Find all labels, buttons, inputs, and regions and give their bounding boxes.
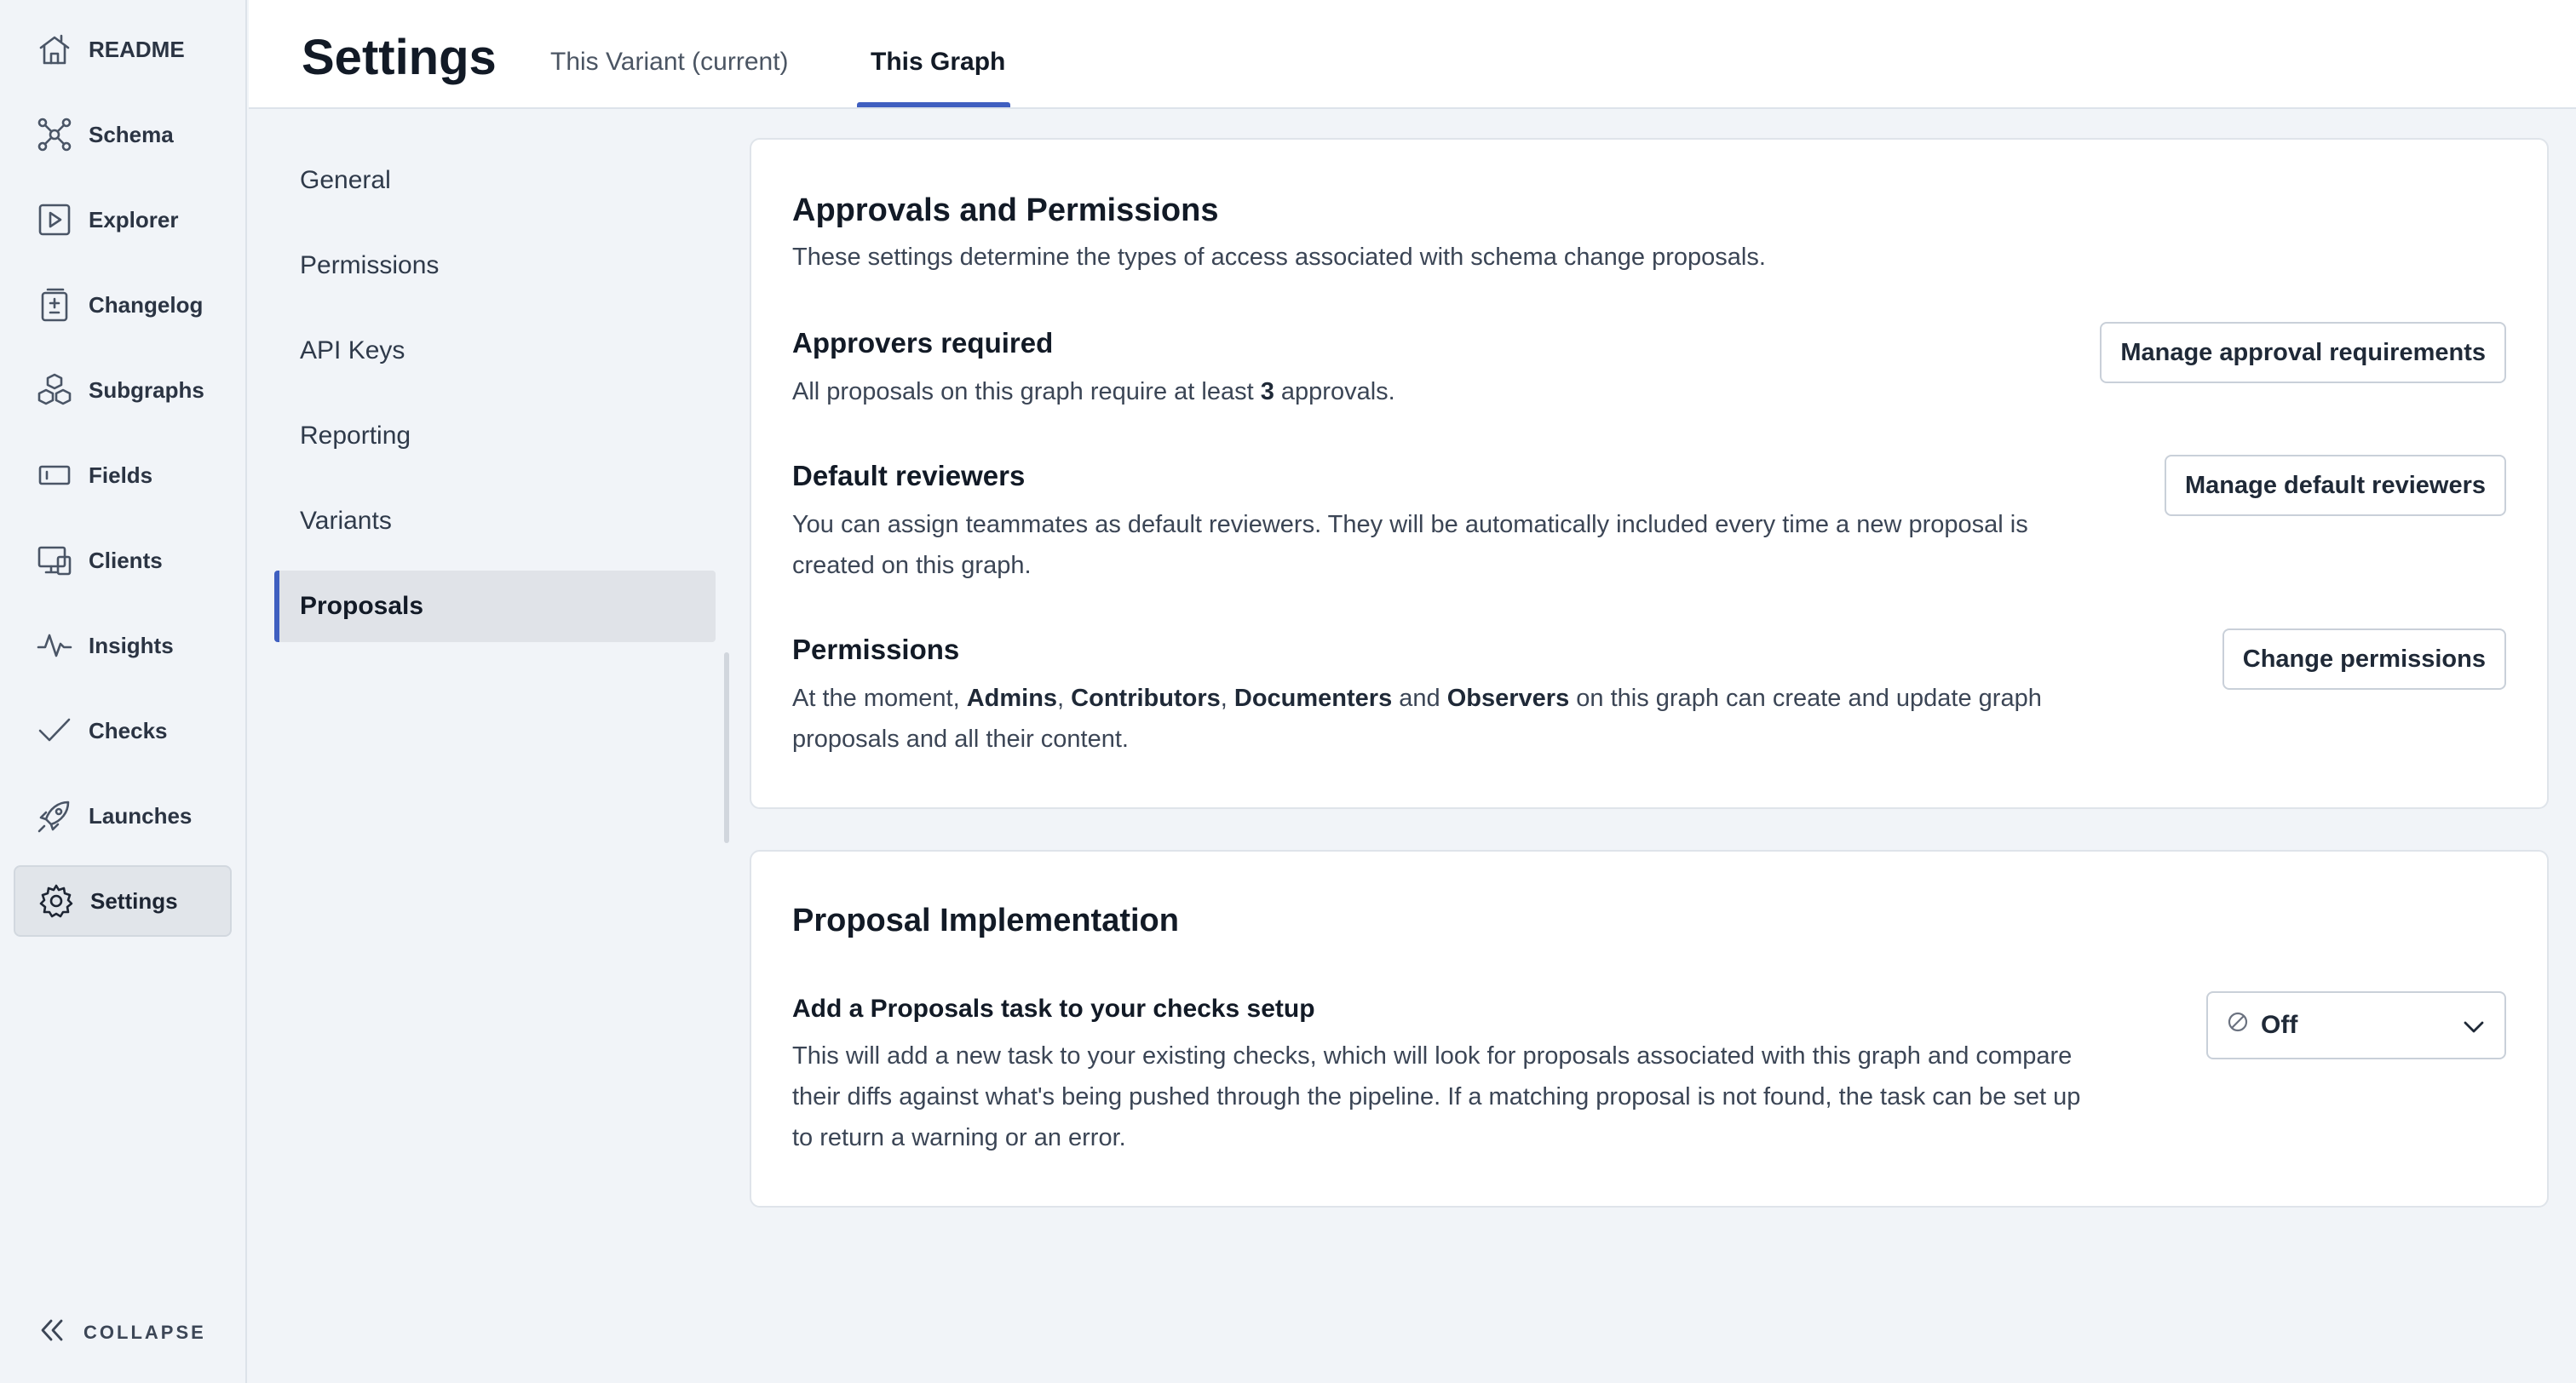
nav-item-settings[interactable]: Settings — [14, 865, 232, 937]
approvers-required-title: Approvers required — [792, 327, 1054, 359]
subnav-scrollbar[interactable] — [724, 652, 729, 843]
nav-label: Launches — [89, 802, 193, 829]
launches-rocket-icon — [34, 795, 75, 836]
manage-approval-requirements-button[interactable]: Manage approval requirements — [2100, 322, 2506, 383]
default-reviewers-title: Default reviewers — [792, 460, 1026, 491]
nav-item-checks[interactable]: Checks — [14, 695, 232, 766]
nav-item-readme[interactable]: README — [14, 14, 232, 85]
readme-house-icon — [34, 29, 75, 70]
subnav-item-permissions[interactable]: Permissions — [274, 230, 716, 301]
ban-icon — [2227, 1011, 2249, 1040]
card-title: Proposal Implementation — [792, 903, 1179, 938]
nav-label: Settings — [90, 887, 178, 914]
chevron-down-icon — [2460, 1013, 2487, 1047]
nav-label: Changelog — [89, 291, 204, 318]
role-admins: Admins — [966, 685, 1058, 712]
nav-label: Explorer — [89, 206, 179, 232]
card-title: Approvals and Permissions — [792, 192, 1219, 228]
subnav-item-reporting[interactable]: Reporting — [274, 400, 716, 472]
default-reviewers-desc: You can assign teammates as default revi… — [792, 511, 2028, 579]
left-nav: README Schema Explorer Changelog Subgrap… — [0, 0, 247, 1383]
approval-count: 3 — [1260, 378, 1274, 405]
schema-graph-icon — [34, 114, 75, 155]
proposal-implementation-card: Proposal Implementation Add a Proposals … — [750, 850, 2549, 1208]
insights-pulse-icon — [34, 625, 75, 666]
manage-default-reviewers-button[interactable]: Manage default reviewers — [2165, 455, 2506, 516]
role-contributors: Contributors — [1071, 685, 1221, 712]
page-header: Settings This Variant (current) This Gra… — [249, 0, 2576, 109]
active-tab-indicator — [857, 102, 1010, 107]
clients-devices-icon — [34, 540, 75, 581]
proposals-task-select[interactable]: Off — [2206, 991, 2506, 1059]
nav-item-explorer[interactable]: Explorer — [14, 184, 232, 255]
select-value: Off — [2261, 1011, 2298, 1039]
nav-label: Insights — [89, 632, 174, 658]
permissions-desc: At the moment, Admins, Contributors, Doc… — [792, 685, 2042, 753]
nav-item-subgraphs[interactable]: Subgraphs — [14, 354, 232, 426]
proposals-task-title: Add a Proposals task to your checks setu… — [792, 995, 1315, 1023]
nav-item-changelog[interactable]: Changelog — [14, 269, 232, 341]
collapse-label: COLLAPSE — [83, 1322, 206, 1343]
subgraphs-cubes-icon — [34, 370, 75, 410]
tab-this-graph[interactable]: This Graph — [871, 48, 1005, 77]
permissions-title: Permissions — [792, 634, 960, 665]
page-title: Settings — [302, 30, 497, 85]
changelog-diff-icon — [34, 284, 75, 325]
double-chevron-left-icon — [37, 1316, 83, 1350]
change-permissions-button[interactable]: Change permissions — [2222, 628, 2506, 690]
subnav-item-variants[interactable]: Variants — [274, 485, 716, 557]
collapse-button[interactable]: COLLAPSE — [37, 1311, 206, 1354]
approvals-permissions-card: Approvals and Permissions These settings… — [750, 138, 2549, 809]
nav-item-launches[interactable]: Launches — [14, 780, 232, 852]
nav-item-fields[interactable]: Fields — [14, 439, 232, 511]
nav-label: Clients — [89, 547, 163, 573]
nav-label: Checks — [89, 717, 168, 743]
nav-item-schema[interactable]: Schema — [14, 99, 232, 170]
nav-label: README — [89, 36, 185, 62]
role-documenters: Documenters — [1233, 685, 1393, 712]
subnav-item-proposals[interactable]: Proposals — [274, 571, 716, 642]
explorer-play-icon — [34, 199, 75, 240]
role-observers: Observers — [1446, 685, 1570, 712]
nav-label: Fields — [89, 462, 153, 488]
app-root: README Schema Explorer Changelog Subgrap… — [0, 0, 2576, 1383]
checks-checkmark-icon — [34, 710, 75, 751]
subnav-item-general[interactable]: General — [274, 145, 716, 216]
nav-item-insights[interactable]: Insights — [14, 610, 232, 681]
nav-label: Subgraphs — [89, 376, 204, 403]
subnav-item-api-keys[interactable]: API Keys — [274, 315, 716, 387]
fields-icon — [34, 455, 75, 496]
proposals-task-desc: This will add a new task to your existin… — [792, 1042, 2081, 1151]
nav-item-clients[interactable]: Clients — [14, 525, 232, 596]
nav-label: Schema — [89, 121, 174, 147]
settings-gear-icon — [36, 881, 77, 921]
card-subtitle: These settings determine the types of ac… — [792, 244, 1766, 271]
approvers-required-desc: All proposals on this graph require at l… — [792, 378, 1395, 405]
tab-this-variant[interactable]: This Variant (current) — [550, 48, 789, 77]
